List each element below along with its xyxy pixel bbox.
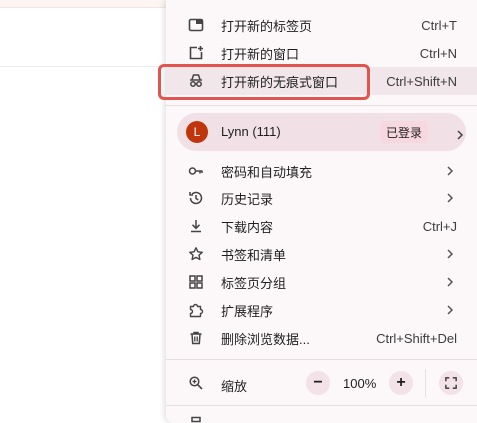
key-icon (188, 163, 204, 179)
new-tab-label: 打开新的标签页 (221, 18, 313, 34)
star-icon (188, 246, 204, 262)
incognito-label: 打开新的无痕式窗口 (221, 74, 339, 90)
menu-item-extensions[interactable]: 扩展程序 (166, 296, 477, 324)
new-window-icon (188, 45, 204, 61)
fullscreen-button[interactable] (439, 371, 463, 395)
zoom-out-button[interactable]: − (306, 371, 330, 395)
menu-item-history[interactable]: 历史记录 (166, 184, 477, 212)
menu-separator (166, 405, 477, 406)
downloads-shortcut: Ctrl+J (422, 218, 457, 234)
profile-name: Lynn (111) (221, 124, 281, 139)
tab-groups-label: 标签页分组 (221, 275, 287, 291)
profile-row[interactable]: L Lynn (111) 已登录 (177, 113, 466, 151)
chevron-right-icon (445, 166, 455, 176)
trash-icon (188, 330, 204, 346)
menu-item-downloads[interactable]: 下载内容 Ctrl+J (166, 212, 477, 240)
menu-item-tab-groups[interactable]: 标签页分组 (166, 268, 477, 296)
zoom-divider (425, 369, 426, 397)
chevron-right-icon (445, 193, 455, 203)
new-tab-icon (188, 17, 204, 33)
zoom-row: 缩放 − 100% + (166, 369, 477, 397)
avatar: L (186, 121, 208, 143)
zoom-label: 缩放 (221, 379, 248, 394)
menu-item-new-tab[interactable]: 打开新的标签页 Ctrl+T (166, 11, 477, 39)
chevron-right-icon (445, 277, 455, 287)
history-icon (188, 190, 204, 206)
clear-data-shortcut: Ctrl+Shift+Del (376, 330, 457, 346)
passwords-label: 密码和自动填充 (221, 164, 313, 180)
menu-separator (166, 105, 477, 106)
toolbar-divider (0, 66, 170, 67)
new-window-label: 打开新的窗口 (221, 46, 300, 62)
zoom-icon (188, 375, 204, 391)
downloads-label: 下载内容 (221, 219, 274, 235)
signed-in-badge: 已登录 (380, 121, 429, 143)
fullscreen-icon (445, 377, 457, 389)
print-icon (188, 416, 204, 423)
tab-strip-edge (0, 0, 170, 8)
new-tab-shortcut: Ctrl+T (421, 17, 457, 33)
incognito-icon (188, 73, 204, 89)
zoom-in-button[interactable]: + (389, 371, 413, 395)
extensions-label: 扩展程序 (221, 303, 274, 319)
new-window-shortcut: Ctrl+N (419, 45, 457, 61)
incognito-shortcut: Ctrl+Shift+N (386, 73, 457, 89)
chevron-right-icon (445, 305, 455, 315)
menu-item-incognito[interactable]: 打开新的无痕式窗口 Ctrl+Shift+N (166, 67, 477, 95)
puzzle-icon (188, 302, 204, 318)
clear-data-label: 删除浏览数据... (221, 331, 310, 347)
grid-icon (188, 274, 204, 290)
browser-main-menu: 打开新的标签页 Ctrl+T 打开新的窗口 Ctrl+N 打开新的无痕式窗口 C… (166, 0, 477, 423)
menu-item-new-window[interactable]: 打开新的窗口 Ctrl+N (166, 39, 477, 67)
history-label: 历史记录 (221, 191, 274, 207)
zoom-value: 100% (343, 376, 377, 391)
menu-item-passwords[interactable]: 密码和自动填充 (166, 157, 477, 185)
bookmarks-label: 书签和清单 (221, 247, 287, 263)
menu-separator (166, 359, 477, 360)
menu-item-bookmarks[interactable]: 书签和清单 (166, 240, 477, 268)
download-icon (188, 218, 204, 234)
chevron-right-icon (456, 127, 464, 140)
chevron-right-icon (445, 249, 455, 259)
menu-item-clear-browsing-data[interactable]: 删除浏览数据... Ctrl+Shift+Del (166, 324, 477, 352)
